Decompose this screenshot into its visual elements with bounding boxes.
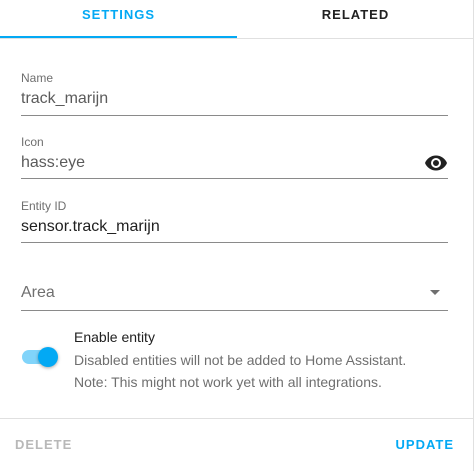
enable-entity-desc-line2: Note: This might not work yet with all i… — [74, 374, 382, 390]
name-field[interactable]: Name track_marijn — [21, 70, 448, 116]
entity-id-field[interactable]: Entity ID sensor.track_marijn — [21, 198, 448, 243]
enable-entity-toggle[interactable] — [22, 347, 58, 367]
area-placeholder: Area — [21, 284, 55, 301]
eye-icon — [425, 155, 447, 171]
tab-settings[interactable]: Settings — [0, 0, 237, 38]
delete-button[interactable]: Delete — [15, 437, 72, 452]
dialog-footer: Delete Update — [0, 418, 473, 471]
icon-input[interactable]: hass:eye — [21, 154, 85, 172]
area-select[interactable]: Area — [21, 270, 448, 311]
name-label: Name — [21, 71, 54, 85]
icon-label: Icon — [21, 135, 44, 149]
tab-related[interactable]: Related — [237, 0, 473, 38]
entity-id-label: Entity ID — [21, 199, 67, 213]
icon-field[interactable]: Icon hass:eye — [21, 134, 448, 179]
entity-id-input[interactable]: sensor.track_marijn — [21, 218, 160, 236]
enable-entity-title: Enable entity — [74, 329, 155, 345]
chevron-down-icon[interactable] — [430, 290, 440, 295]
enable-entity-description: Disabled entities will not be added to H… — [74, 349, 466, 393]
tab-bar: Settings Related — [0, 0, 473, 39]
enable-entity-desc-line1: Disabled entities will not be added to H… — [74, 352, 407, 368]
update-button[interactable]: Update — [396, 437, 454, 452]
name-input[interactable]: track_marijn — [21, 90, 108, 108]
entity-settings-dialog: Settings Related Name track_marijn Icon … — [0, 0, 474, 471]
toggle-thumb — [38, 347, 58, 367]
